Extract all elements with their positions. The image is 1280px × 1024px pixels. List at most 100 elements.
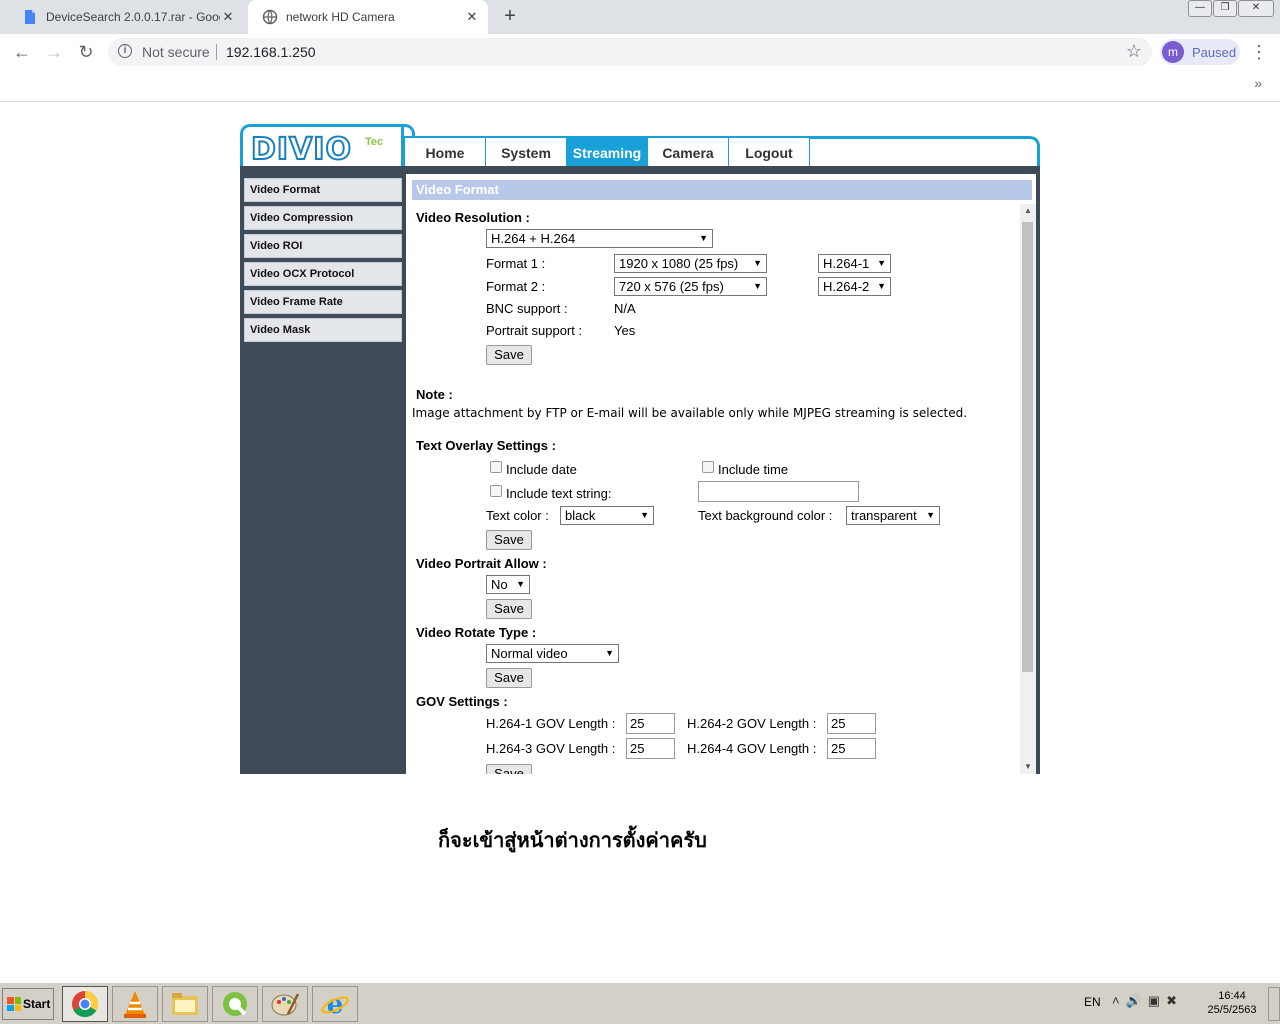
include-date-checkbox[interactable] — [490, 461, 502, 473]
reload-icon[interactable]: ↻ — [74, 40, 98, 64]
tab-title: DeviceSearch 2.0.0.17.rar - Google — [46, 10, 220, 24]
language-indicator[interactable]: EN — [1084, 995, 1101, 1009]
sidebar-item-video-compression[interactable]: Video Compression — [244, 206, 402, 230]
profile-button[interactable]: m Paused — [1160, 39, 1240, 65]
nav-system[interactable]: System — [485, 138, 567, 166]
gov-settings-label: GOV Settings : — [416, 694, 508, 709]
q-app-icon — [223, 992, 247, 1016]
save-overlay-button[interactable]: Save — [486, 530, 532, 550]
sidebar-item-video-mask[interactable]: Video Mask — [244, 318, 402, 342]
info-icon[interactable]: i — [118, 44, 132, 58]
nav-home[interactable]: Home — [404, 138, 486, 166]
taskbar: Start e EN ˄🔊▣✖ 16:44 25/5/2563 — [0, 982, 1280, 1024]
chrome-taskbar-button[interactable] — [62, 986, 108, 1022]
gov-h264-2-input[interactable]: 25 — [827, 713, 876, 734]
security-label[interactable]: Not secure — [142, 44, 210, 60]
kebab-menu-icon[interactable]: ⋮ — [1250, 40, 1268, 64]
tab-devicesearch[interactable]: DeviceSearch 2.0.0.17.rar - Google ✕ — [8, 0, 244, 34]
format1-select[interactable]: 1920 x 1080 (25 fps) ▼ — [614, 254, 767, 273]
bookmarks-overflow-icon[interactable]: » — [1254, 75, 1262, 91]
gov-h264-3-input[interactable]: 25 — [626, 738, 675, 759]
network-icon[interactable]: ✖ — [1166, 993, 1183, 1008]
text-overlay-label: Text Overlay Settings : — [416, 438, 556, 453]
clock-time: 16:44 — [1218, 990, 1246, 1002]
bg-color-select[interactable]: transparent ▼ — [846, 506, 940, 525]
start-button[interactable]: Start — [2, 988, 54, 1020]
scrollbar[interactable]: ▲ ▼ — [1020, 204, 1036, 774]
sidebar-item-video-ocx-protocol[interactable]: Video OCX Protocol — [244, 262, 402, 286]
sidebar-item-video-frame-rate[interactable]: Video Frame Rate — [244, 290, 402, 314]
dropdown-arrow-icon: ▼ — [753, 281, 762, 291]
folder-icon — [172, 993, 198, 1015]
tab-network-hd-camera[interactable]: network HD Camera ✕ — [248, 0, 488, 34]
explorer-taskbar-button[interactable] — [162, 986, 208, 1022]
scroll-up-icon[interactable]: ▲ — [1020, 204, 1036, 218]
bg-color-label: Text background color : — [698, 508, 833, 523]
url-text[interactable]: 192.168.1.250 — [226, 44, 316, 60]
resolution-mode-select[interactable]: H.264 + H.264 ▼ — [486, 229, 713, 248]
qgis-taskbar-button[interactable] — [212, 986, 258, 1022]
ie-taskbar-button[interactable]: e — [312, 986, 358, 1022]
close-tab-icon[interactable]: ✕ — [464, 9, 480, 25]
save-rotate-button[interactable]: Save — [486, 668, 532, 688]
nav-camera[interactable]: Camera — [647, 138, 729, 166]
camera-header: DIVIO Tec Home System Streaming Camera L… — [240, 124, 1040, 166]
new-tab-button[interactable]: + — [498, 4, 522, 28]
gov-h264-2-label: H.264-2 GOV Length : — [687, 716, 817, 731]
include-text-checkbox[interactable] — [490, 485, 502, 497]
save-gov-button[interactable]: Save — [486, 764, 532, 774]
bookmark-star-icon[interactable]: ☆ — [1126, 41, 1142, 62]
maximize-button[interactable]: ❐ — [1213, 0, 1237, 17]
nav-logout[interactable]: Logout — [728, 138, 810, 166]
text-color-select[interactable]: black ▼ — [560, 506, 654, 525]
close-tab-icon[interactable]: ✕ — [220, 9, 236, 25]
streaming-sidebar: Video Format Video Compression Video ROI… — [244, 178, 402, 346]
divio-logo: DIVIO — [250, 132, 352, 167]
gov-h264-4-input[interactable]: 25 — [827, 738, 876, 759]
dropdown-arrow-icon: ▼ — [753, 258, 762, 268]
forward-arrow-icon[interactable]: → — [42, 40, 66, 64]
minimize-button[interactable]: — — [1188, 0, 1212, 17]
format1-codec-select[interactable]: H.264-1 ▼ — [818, 254, 891, 273]
close-window-button[interactable]: ✕ — [1238, 0, 1274, 17]
text-string-input[interactable] — [698, 481, 859, 502]
window-controls: — ❐ ✕ — [1188, 0, 1274, 17]
clock[interactable]: 16:44 25/5/2563 — [1200, 989, 1264, 1017]
note-text: Image attachment by FTP or E-mail will b… — [412, 406, 968, 420]
globe-icon — [262, 9, 278, 25]
format2-codec-select[interactable]: H.264-2 ▼ — [818, 277, 891, 296]
include-time-checkbox[interactable] — [702, 461, 714, 473]
note-label: Note : — [416, 387, 453, 402]
volume-icon[interactable]: 🔊 — [1126, 993, 1148, 1008]
format2-select[interactable]: 720 x 576 (25 fps) ▼ — [614, 277, 767, 296]
nav-streaming[interactable]: Streaming — [566, 138, 648, 166]
dropdown-arrow-icon: ▼ — [926, 510, 935, 520]
portrait-support-value: Yes — [614, 323, 636, 338]
dropdown-arrow-icon: ▼ — [640, 510, 649, 520]
save-portrait-button[interactable]: Save — [486, 599, 532, 619]
tray-expand-icon[interactable]: ˄ — [1112, 993, 1126, 1008]
save-resolution-button[interactable]: Save — [486, 345, 532, 365]
scroll-down-icon[interactable]: ▼ — [1020, 760, 1036, 774]
paint-taskbar-button[interactable] — [262, 986, 308, 1022]
dropdown-arrow-icon: ▼ — [877, 281, 886, 291]
gov-h264-1-input[interactable]: 25 — [626, 713, 675, 734]
show-desktop-button[interactable] — [1268, 987, 1280, 1021]
scroll-thumb[interactable] — [1022, 222, 1033, 672]
power-icon[interactable]: ▣ — [1148, 993, 1166, 1008]
sidebar-item-video-roi[interactable]: Video ROI — [244, 234, 402, 258]
back-arrow-icon[interactable]: ← — [10, 40, 34, 64]
logo-sub: Tec — [365, 136, 384, 148]
clock-date: 25/5/2563 — [1207, 1004, 1257, 1016]
select-value: H.264-1 — [823, 256, 870, 271]
sidebar-item-video-format[interactable]: Video Format — [244, 178, 402, 202]
divider — [216, 44, 217, 60]
vlc-taskbar-button[interactable] — [112, 986, 158, 1022]
portrait-allow-select[interactable]: No ▼ — [486, 575, 530, 594]
rotate-type-select[interactable]: Normal video ▼ — [486, 644, 619, 663]
address-bar[interactable]: i Not secure 192.168.1.250 ☆ — [108, 38, 1152, 66]
vlc-icon — [124, 991, 146, 1018]
camera-body: Video Format Video Compression Video ROI… — [240, 166, 1040, 774]
rotate-type-label: Video Rotate Type : — [416, 625, 537, 640]
select-value: transparent — [851, 508, 917, 523]
